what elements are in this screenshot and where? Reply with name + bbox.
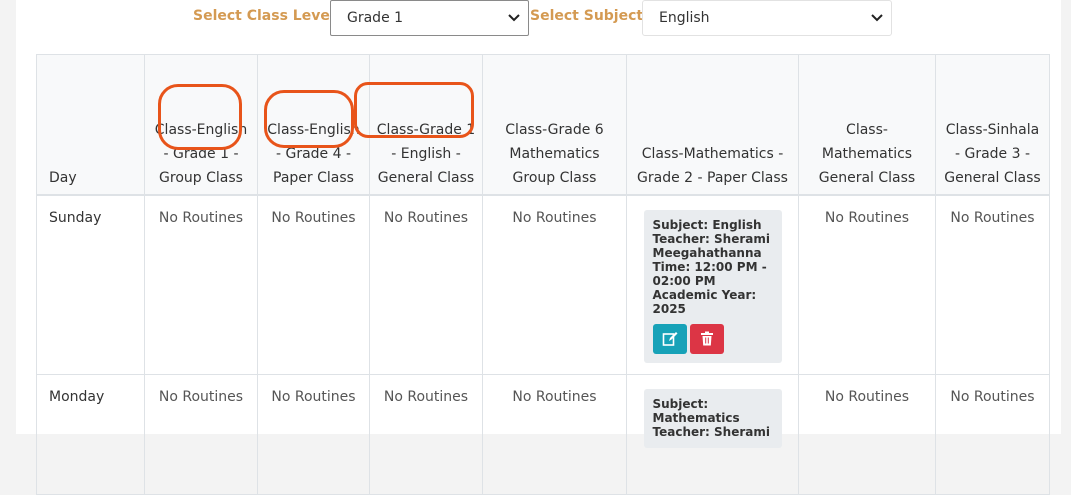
empty-cell: No Routines: [482, 194, 627, 375]
column-header-class: Class-Grade 1 - English - General Class: [369, 54, 483, 196]
empty-cell: No Routines: [798, 374, 936, 495]
empty-cell: No Routines: [935, 194, 1050, 375]
chevron-down-icon: [508, 12, 520, 25]
empty-cell: No Routines: [798, 194, 936, 375]
column-header-class: Class-Mathematics General Class: [798, 54, 936, 196]
class-level-select[interactable]: Grade 1: [330, 0, 529, 36]
routine-card: Subject: English Teacher: Sherami Meegah…: [643, 209, 782, 363]
empty-cell: No Routines: [935, 374, 1050, 495]
routine-time: Time: 12:00 PM - 02:00 PM: [652, 259, 767, 288]
empty-cell: No Routines: [257, 194, 370, 375]
column-header-class: Class-Sinhala - Grade 3 - General Class: [935, 54, 1050, 196]
column-header-day: Day: [36, 54, 145, 196]
subject-label: Select Subject:: [530, 8, 649, 24]
edit-icon: [662, 331, 677, 346]
column-header-class: Class-English - Grade 1 - Group Class: [144, 54, 258, 196]
edit-routine-button[interactable]: [652, 323, 687, 354]
empty-cell: No Routines: [482, 374, 627, 495]
routine-academic-year: Academic Year: 2025: [652, 287, 757, 316]
day-cell: Monday: [36, 374, 145, 495]
empty-cell: No Routines: [369, 374, 483, 495]
routine-cell: Subject: Mathematics Teacher: Sherami: [626, 374, 799, 495]
empty-cell: No Routines: [257, 374, 370, 495]
table-header-row: Day Class-English - Grade 1 - Group Clas…: [36, 54, 1050, 196]
routine-actions: [652, 323, 773, 354]
routine-teacher: Teacher: Sherami Meegahathanna: [652, 231, 770, 260]
day-cell: Sunday: [36, 194, 145, 375]
routine-teacher: Teacher: Sherami: [652, 425, 770, 439]
trash-icon: [700, 331, 713, 346]
empty-cell: No Routines: [144, 194, 258, 375]
routine-table: Day Class-English - Grade 1 - Group Clas…: [36, 54, 1050, 495]
delete-routine-button[interactable]: [689, 323, 724, 354]
column-header-class: Class-Mathematics - Grade 2 - Paper Clas…: [626, 54, 799, 196]
class-level-value: Grade 1: [347, 10, 404, 26]
routine-cell: Subject: English Teacher: Sherami Meegah…: [626, 194, 799, 375]
class-level-label: Select Class Level:: [193, 8, 341, 24]
chevron-down-icon: [871, 12, 883, 25]
empty-cell: No Routines: [144, 374, 258, 495]
table-row: Sunday No Routines No Routines No Routin…: [36, 194, 1050, 375]
column-header-class: Class-Grade 6 Mathematics Group Class: [482, 54, 627, 196]
table-row: Monday No Routines No Routines No Routin…: [36, 374, 1050, 495]
routine-table-wrapper: Day Class-English - Grade 1 - Group Clas…: [36, 54, 1050, 495]
subject-value: English: [659, 10, 710, 26]
routine-subject: Subject: Mathematics: [652, 397, 740, 425]
subject-select[interactable]: English: [642, 0, 892, 36]
column-header-class: Class-English - Grade 4 - Paper Class: [257, 54, 370, 196]
routine-subject: Subject: English: [652, 217, 762, 232]
empty-cell: No Routines: [369, 194, 483, 375]
routine-card: Subject: Mathematics Teacher: Sherami: [643, 389, 782, 448]
